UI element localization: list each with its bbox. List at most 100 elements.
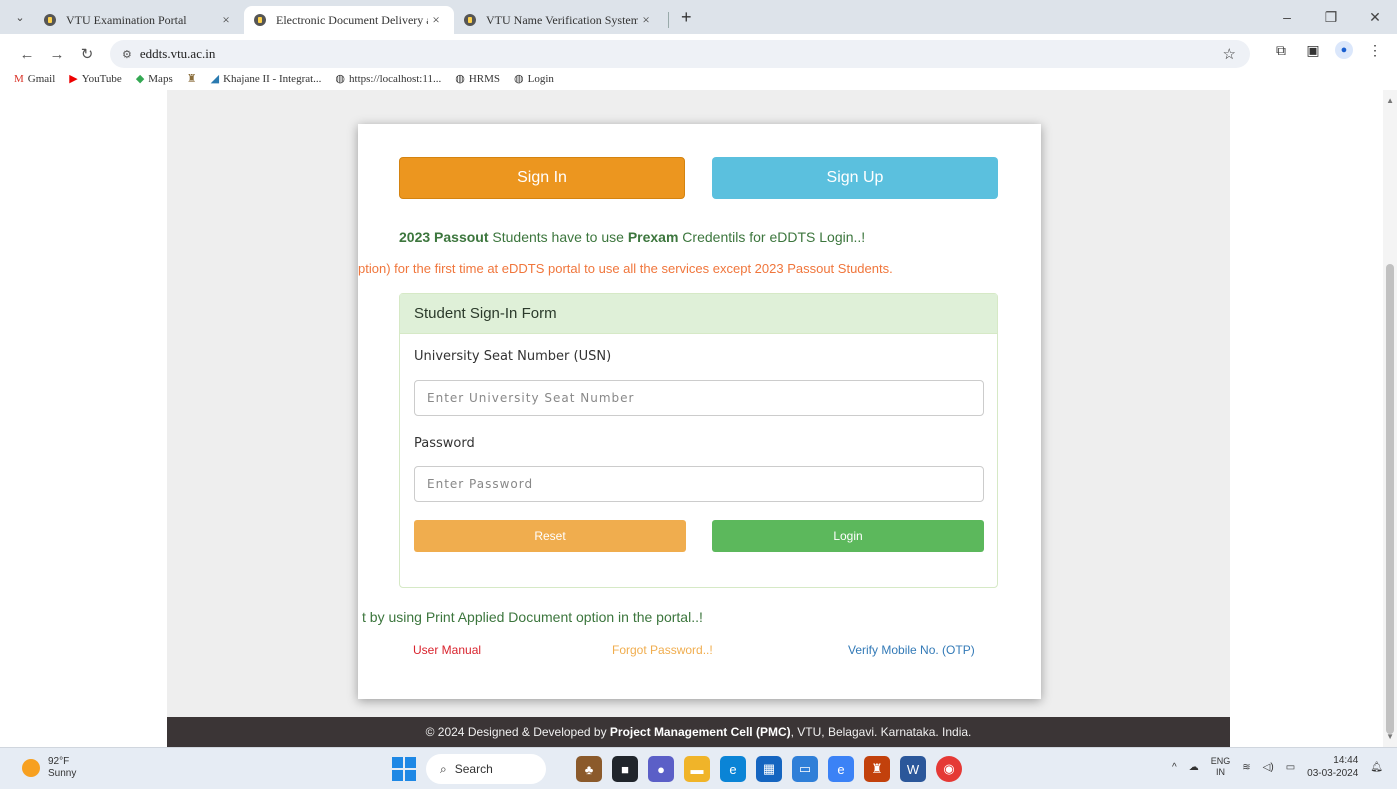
forward-icon[interactable]: → [44, 41, 70, 67]
address-bar-area: ← → ↻ ⚙ eddts.vtu.ac.in ☆ ⧉ ▣ ● ⋮ M Gmail… [0, 34, 1397, 90]
close-tab-icon[interactable]: × [218, 12, 234, 28]
youtube-icon: ▶ [69, 73, 78, 85]
back-icon[interactable]: ← [14, 41, 40, 67]
battery-icon[interactable]: ▭ [1286, 762, 1295, 773]
password-label: Password [414, 436, 475, 451]
emblem-icon: ♜ [186, 73, 197, 85]
ie-icon[interactable]: e [828, 756, 854, 782]
khajane-icon: ◢ [210, 73, 220, 85]
extensions-icon[interactable]: ⧉ [1271, 42, 1291, 59]
start-icon[interactable] [392, 757, 416, 781]
bookmark-maps[interactable]: ◆ Maps [135, 72, 173, 86]
notice-bold-prexam: Prexam [627, 229, 679, 245]
scroll-down-icon[interactable]: ▼ [1386, 732, 1394, 741]
close-window-icon[interactable]: ✕ [1353, 9, 1397, 26]
sidepanel-icon[interactable]: ▣ [1303, 42, 1323, 59]
file-explorer-icon[interactable]: ▬ [684, 756, 710, 782]
bookmark-label: Login [527, 72, 554, 85]
menu-kebab-icon[interactable]: ⋮ [1365, 42, 1385, 59]
language-indicator[interactable]: ENG IN [1211, 756, 1231, 778]
clock-date: 03-03-2024 [1307, 768, 1359, 779]
profile-avatar-icon[interactable]: ● [1335, 41, 1353, 59]
tab-vtu-name-verification[interactable]: VTU Name Verification System × [454, 6, 664, 34]
notification-bell-icon[interactable]: 🔔︎ [1370, 762, 1383, 773]
reset-button[interactable]: Reset [414, 520, 686, 552]
url-input[interactable]: ⚙ eddts.vtu.ac.in ☆ [110, 40, 1250, 68]
task-view-icon[interactable]: ■ [612, 756, 638, 782]
tab-separator [668, 12, 669, 28]
new-tab-icon[interactable]: + [681, 7, 692, 28]
edge-icon[interactable]: e [720, 756, 746, 782]
bookmark-label: HRMS [468, 72, 501, 85]
footer-prefix: © 2024 Designed & Developed by [425, 725, 607, 739]
notice-text: Credentils for eDDTS Login..! [678, 229, 866, 245]
tab-label: VTU Name Verification System [486, 12, 638, 27]
bookmark-star-icon[interactable]: ☆ [1223, 45, 1236, 64]
scroll-thumb[interactable] [1386, 264, 1394, 734]
window-controls: – ❐ ✕ [1265, 0, 1397, 34]
cloud-icon[interactable]: ☁ [1189, 762, 1199, 773]
sign-up-tab-button[interactable]: Sign Up [712, 157, 998, 199]
store-icon[interactable]: ▦ [756, 756, 782, 782]
usn-label: University Seat Number (USN) [414, 349, 612, 364]
close-tab-icon[interactable]: × [428, 12, 444, 28]
tab-strip: ⌄ VTU Examination Portal × Electronic Do… [0, 0, 1397, 34]
bookmark-localhost[interactable]: ◍ https://localhost:11... [335, 72, 441, 86]
forgot-password-link[interactable]: Forgot Password..! [612, 643, 713, 657]
weather-temp: 92°F [48, 756, 70, 767]
teams-icon[interactable]: ● [648, 756, 674, 782]
usn-input[interactable] [414, 380, 984, 416]
site-favicon-icon [254, 14, 266, 26]
wifi-icon[interactable]: ≋ [1242, 762, 1250, 773]
chrome-icon[interactable]: ◉ [936, 756, 962, 782]
bookmark-gmail[interactable]: M Gmail [14, 73, 55, 85]
url-text: eddts.vtu.ac.in [139, 46, 216, 61]
bookmark-youtube[interactable]: ▶ YouTube [69, 72, 122, 86]
nav-buttons: ← → ↻ [14, 41, 100, 67]
restore-icon[interactable]: ❐ [1309, 9, 1353, 26]
site-info-icon[interactable]: ⚙ [122, 48, 132, 61]
verify-mobile-link[interactable]: Verify Mobile No. (OTP) [848, 643, 975, 657]
word-icon[interactable]: W [900, 756, 926, 782]
page-scrollbar[interactable]: ▲ ▼ [1383, 90, 1397, 747]
gmail-icon: M [14, 72, 24, 85]
bookmark-khajane[interactable]: ◢ Khajane II - Integrat... [210, 72, 322, 86]
login-button[interactable]: Login [712, 520, 984, 552]
password-input[interactable] [414, 466, 984, 502]
login-card: Sign In Sign Up 2023 Passout Students ha… [358, 124, 1041, 699]
notice-text: Students have to use [488, 229, 628, 245]
minimize-icon[interactable]: – [1265, 9, 1309, 25]
clock-time: 14:44 [1333, 755, 1359, 766]
reload-icon[interactable]: ↻ [74, 41, 100, 67]
bookmark-label: YouTube [81, 72, 122, 85]
taskbar-search[interactable]: ⌕ Search [426, 754, 546, 784]
photo-app-icon[interactable]: ♣ [576, 756, 602, 782]
volume-icon[interactable]: ◁) [1263, 762, 1274, 773]
close-tab-icon[interactable]: × [638, 12, 654, 28]
notice-bold-year: 2023 Passout [399, 229, 489, 245]
tab-search-icon[interactable]: ⌄ [6, 3, 34, 31]
bookmark-login[interactable]: ◍ Login [514, 72, 554, 86]
emblem-app-icon[interactable]: ♜ [864, 756, 890, 782]
sign-in-tab-button[interactable]: Sign In [399, 157, 685, 199]
bookmark-label: Khajane II - Integrat... [223, 72, 322, 85]
app-icon[interactable]: ▭ [792, 756, 818, 782]
scroll-up-icon[interactable]: ▲ [1386, 96, 1394, 105]
tab-label: VTU Examination Portal [66, 12, 187, 27]
footer-suffix: , VTU, Belagavi. Karnataka. India. [790, 725, 972, 739]
bookmark-emblem[interactable]: ♜ [187, 72, 197, 85]
sun-icon [22, 759, 40, 777]
weather-widget[interactable]: 92°F Sunny [22, 756, 76, 780]
lang-line1: ENG [1210, 756, 1231, 766]
user-manual-link[interactable]: User Manual [413, 643, 481, 657]
maps-icon: ◆ [135, 73, 145, 85]
tab-vtu-examination-portal[interactable]: VTU Examination Portal × [34, 6, 244, 34]
tab-electronic-document-delivery[interactable]: Electronic Document Delivery a × [244, 6, 454, 34]
chevron-up-icon[interactable]: ^ [1172, 762, 1177, 773]
clock[interactable]: 14:44 03-03-2024 [1307, 754, 1358, 780]
search-icon: ⌕ [440, 761, 447, 776]
bookmark-label: Maps [148, 72, 173, 85]
marquee-notice-green: t by using Print Applied Document option… [362, 609, 703, 625]
bookmark-hrms[interactable]: ◍ HRMS [455, 72, 501, 86]
weather-text: 92°F Sunny [48, 756, 76, 780]
